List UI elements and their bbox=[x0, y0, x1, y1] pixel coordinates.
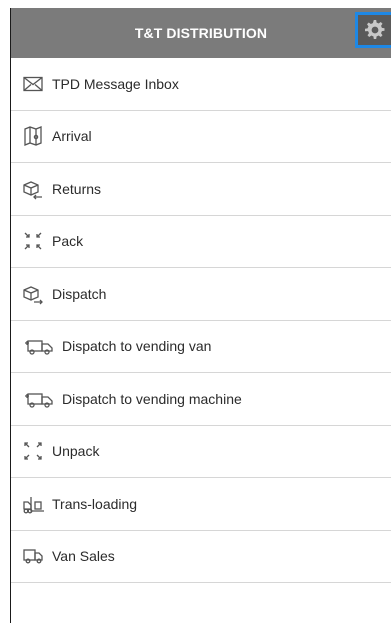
envelope-icon bbox=[22, 73, 44, 95]
menu-item-label: Trans-loading bbox=[52, 495, 138, 512]
van-dispatch-icon bbox=[22, 388, 56, 410]
menu-item-label: Dispatch to vending van bbox=[62, 338, 212, 355]
truck-icon bbox=[22, 545, 44, 567]
menu-item-dispatch-to-vending-machine[interactable]: Dispatch to vending machine bbox=[11, 373, 391, 426]
menu-item-returns[interactable]: Returns bbox=[11, 163, 391, 216]
menu-item-dispatch-to-vending-van[interactable]: Dispatch to vending van bbox=[11, 321, 391, 373]
pack-arrows-icon bbox=[22, 230, 44, 252]
trans-loading-icon bbox=[22, 493, 44, 515]
menu-item-label: TPD Message Inbox bbox=[52, 75, 179, 92]
menu-item-dispatch[interactable]: Dispatch bbox=[11, 268, 391, 321]
unpack-arrows-icon bbox=[22, 440, 44, 462]
menu-item-arrival[interactable]: Arrival bbox=[11, 111, 391, 163]
menu-item-label: Arrival bbox=[52, 128, 92, 145]
app-header: T&T DISTRIBUTION bbox=[11, 8, 391, 58]
menu-item-trans-loading[interactable]: Trans-loading bbox=[11, 478, 391, 531]
menu-item-van-sales[interactable]: Van Sales bbox=[11, 531, 391, 583]
van-dispatch-icon bbox=[22, 335, 56, 357]
menu-item-label: Pack bbox=[52, 233, 84, 250]
menu-item-label: Returns bbox=[52, 180, 102, 197]
app-title: T&T DISTRIBUTION bbox=[134, 25, 268, 41]
menu-item-label: Unpack bbox=[52, 443, 100, 460]
menu-item-unpack[interactable]: Unpack bbox=[11, 426, 391, 478]
app-frame: T&T DISTRIBUTION TPD Message Inbox Arriv… bbox=[10, 8, 391, 623]
gear-icon bbox=[364, 20, 384, 39]
settings-button[interactable] bbox=[355, 12, 391, 48]
menu-item-label: Dispatch bbox=[52, 285, 107, 302]
box-dispatch-icon bbox=[22, 283, 44, 305]
menu-list: TPD Message Inbox Arrival Returns Pack D bbox=[11, 58, 391, 583]
menu-item-label: Van Sales bbox=[52, 548, 115, 565]
box-return-icon bbox=[22, 178, 44, 200]
menu-item-tpd-message-inbox[interactable]: TPD Message Inbox bbox=[11, 58, 391, 111]
menu-item-pack[interactable]: Pack bbox=[11, 216, 391, 268]
menu-item-label: Dispatch to vending machine bbox=[62, 390, 242, 407]
map-icon bbox=[22, 125, 44, 147]
